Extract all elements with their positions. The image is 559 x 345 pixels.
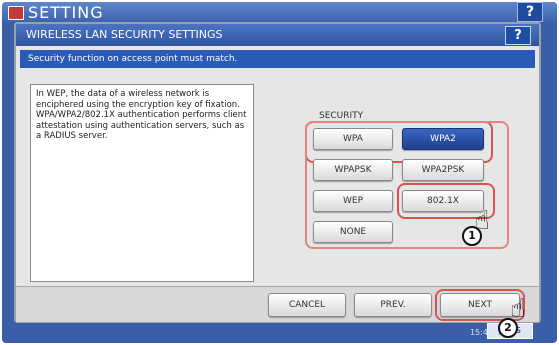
help-button[interactable]: ? bbox=[505, 26, 531, 45]
app-title: SETTING bbox=[28, 3, 104, 22]
security-label: SECURITY bbox=[319, 111, 364, 121]
wpa2-button[interactable]: WPA2 bbox=[402, 128, 484, 150]
top-help-button[interactable]: ? bbox=[517, 2, 543, 22]
wpapsk-button[interactable]: WPAPSK bbox=[313, 159, 393, 181]
prev-button[interactable]: PREV. bbox=[354, 293, 432, 317]
wpa2psk-button[interactable]: WPA2PSK bbox=[402, 159, 484, 181]
message-bar: Security function on access point must m… bbox=[20, 50, 535, 68]
wep-button[interactable]: WEP bbox=[313, 190, 393, 212]
cancel-button[interactable]: CANCEL bbox=[268, 293, 346, 317]
8021x-button[interactable]: 802.1X bbox=[402, 190, 484, 212]
none-button[interactable]: NONE bbox=[313, 221, 393, 243]
device-screen: SETTING ? WIRELESS LAN SECURITY SETTINGS… bbox=[2, 2, 557, 343]
wpa-button[interactable]: WPA bbox=[313, 128, 393, 150]
step-1-badge: 1 bbox=[462, 226, 482, 246]
bottom-action-bar: CANCEL PREV. NEXT bbox=[16, 286, 539, 322]
top-bar: SETTING ? bbox=[2, 2, 557, 22]
step-2-badge: 2 bbox=[498, 318, 518, 338]
setting-icon bbox=[8, 6, 24, 20]
wireless-security-dialog: WIRELESS LAN SECURITY SETTINGS ? Securit… bbox=[14, 22, 541, 323]
info-text-box: In WEP, the data of a wireless network i… bbox=[30, 84, 254, 282]
dialog-title: WIRELESS LAN SECURITY SETTINGS bbox=[16, 24, 539, 46]
